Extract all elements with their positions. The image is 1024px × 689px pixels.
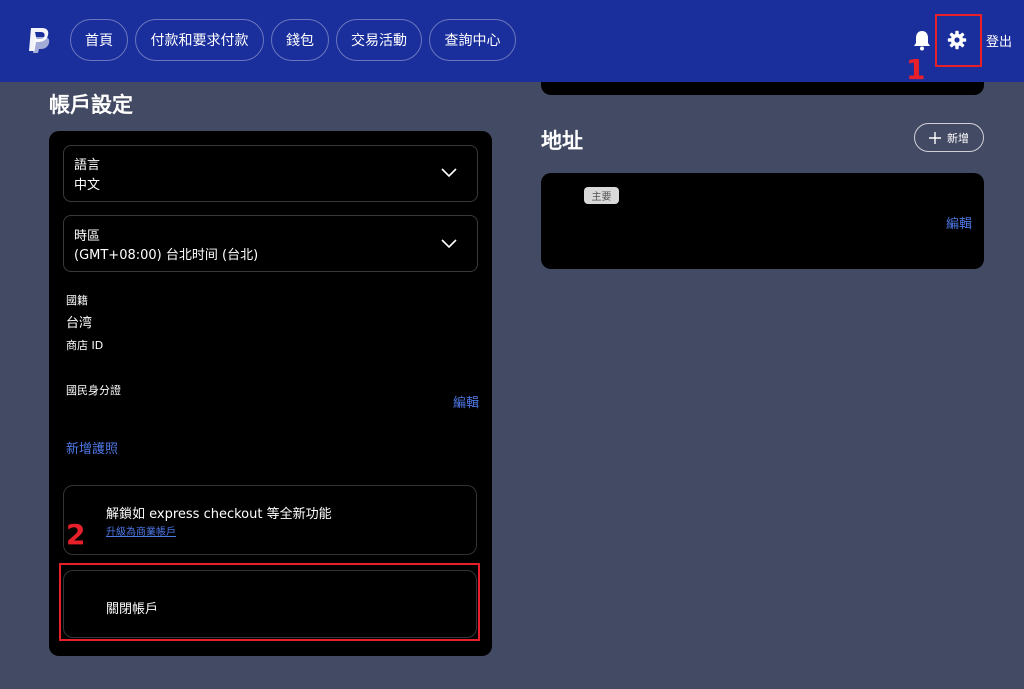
nav-activity[interactable]: 交易活動 bbox=[336, 19, 422, 61]
primary-badge-label: 主要 bbox=[591, 192, 612, 203]
timezone-value: (GMT+08:00) 台北时间 (台北) bbox=[74, 248, 259, 263]
nav-wallet-label: 錢包 bbox=[286, 33, 314, 49]
language-select[interactable] bbox=[63, 145, 478, 202]
bell-icon[interactable] bbox=[912, 29, 932, 51]
national-id-label: 國民身分證 bbox=[66, 384, 121, 397]
address-section-title: 地址 bbox=[541, 129, 583, 153]
store-id-label: 商店 ID bbox=[66, 339, 104, 352]
nav-activity-label: 交易活動 bbox=[351, 33, 407, 49]
nav-home-label: 首頁 bbox=[85, 33, 113, 49]
annotation-step-2: 2 bbox=[66, 518, 86, 551]
nav-home[interactable]: 首頁 bbox=[70, 19, 128, 61]
primary-badge: 主要 bbox=[584, 187, 619, 204]
language-value: 中文 bbox=[74, 178, 101, 193]
nationality-label: 國籍 bbox=[66, 294, 88, 307]
add-address-button[interactable]: 新增 bbox=[914, 123, 984, 152]
nav-help-center-label: 查詢中心 bbox=[444, 33, 501, 49]
nationality-value: 台湾 bbox=[66, 316, 93, 331]
close-account-highlight-box bbox=[59, 563, 480, 641]
national-id-edit-link[interactable]: 編輯 bbox=[453, 392, 479, 411]
upgrade-description: 解鎖如 express checkout 等全新功能 bbox=[106, 507, 332, 522]
top-navigation-bar: 首頁 付款和要求付款 錢包 交易活動 查詢中心 登出 bbox=[0, 0, 1024, 82]
add-passport-link[interactable]: 新增護照 bbox=[66, 438, 118, 457]
add-address-label: 新增 bbox=[947, 131, 969, 145]
paypal-logo-icon[interactable] bbox=[26, 26, 52, 54]
previous-section-card bbox=[541, 82, 984, 95]
gear-icon[interactable] bbox=[947, 30, 967, 50]
plus-icon bbox=[929, 131, 941, 144]
language-label: 語言 bbox=[74, 158, 101, 173]
nav-payments[interactable]: 付款和要求付款 bbox=[135, 19, 264, 61]
timezone-label: 時區 bbox=[74, 229, 101, 244]
address-edit-link[interactable]: 編輯 bbox=[946, 213, 972, 232]
logout-link[interactable]: 登出 bbox=[986, 31, 1012, 50]
chevron-down-icon bbox=[441, 168, 457, 178]
nav-help-center[interactable]: 查詢中心 bbox=[429, 19, 516, 61]
page-title: 帳戶設定 bbox=[49, 93, 133, 117]
nav-wallet[interactable]: 錢包 bbox=[271, 19, 329, 61]
chevron-down-icon bbox=[441, 239, 457, 249]
upgrade-business-link[interactable]: 升級為商業帳戶 bbox=[106, 523, 176, 538]
nav-payments-label: 付款和要求付款 bbox=[150, 33, 249, 49]
